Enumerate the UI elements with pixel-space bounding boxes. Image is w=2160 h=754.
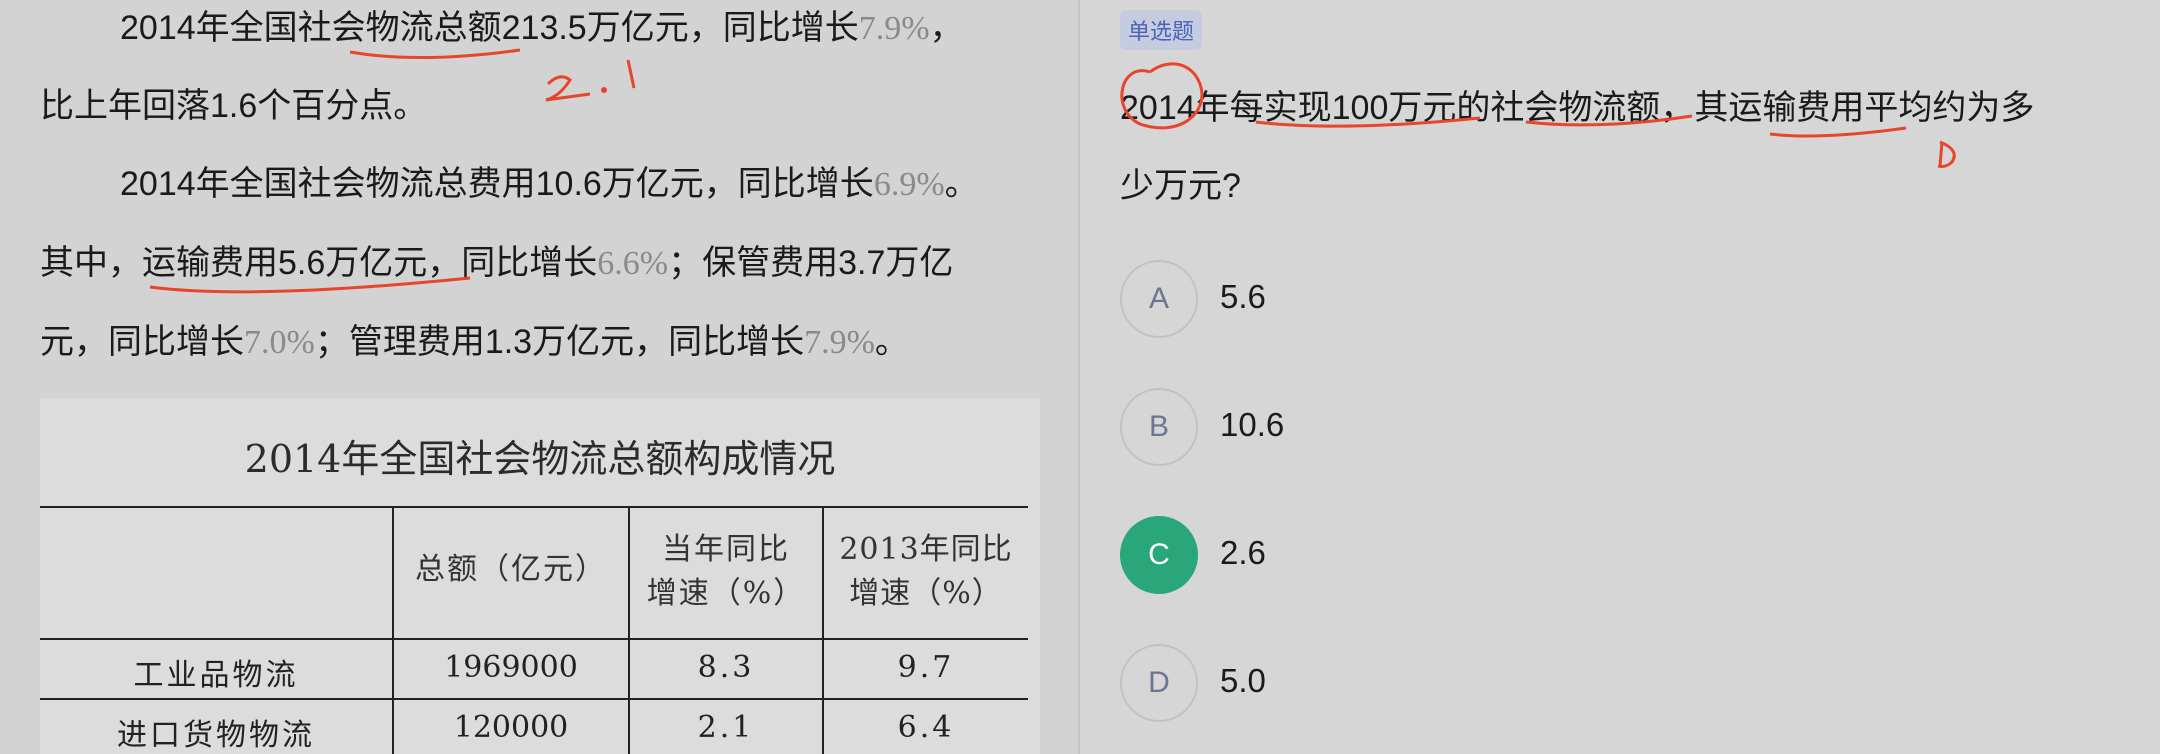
table-cell: 120000 <box>453 710 569 745</box>
passage-text: 。 <box>944 165 979 203</box>
handwritten-2-stroke <box>545 75 591 102</box>
underline-stroke <box>1769 126 1907 138</box>
passage-text: 2014年全国社会物流总额213.5万亿元，同比增长 <box>120 9 859 47</box>
column-header: 2013年同比 增速（%） <box>824 528 1028 616</box>
question-stem-line: 少万元? <box>1120 167 1241 205</box>
percent-value: 7.9% <box>804 324 875 361</box>
column-header-line: 当年同比 <box>662 532 790 567</box>
option-value[interactable]: 10.6 <box>1220 406 1284 444</box>
table-cell: 9.7 <box>897 650 955 685</box>
table-cell: 2.1 <box>697 710 755 745</box>
option-letter[interactable]: B <box>1120 388 1198 466</box>
column-header: 当年同比 增速（%） <box>630 528 822 616</box>
option-value[interactable]: 2.6 <box>1220 534 1266 572</box>
option-value[interactable]: 5.6 <box>1220 278 1266 316</box>
handwritten-d-stroke <box>1937 140 1956 168</box>
table-cell: 工业品物流 <box>133 658 299 693</box>
table-cell: 8.3 <box>697 650 755 685</box>
table-cell: 1969000 <box>444 650 578 685</box>
percent-value: 6.6% <box>597 245 669 282</box>
table-rule <box>40 638 1028 640</box>
passage-text: 比上年回落1.6个百分点。 <box>40 87 428 125</box>
passage-pane[interactable]: 2014年全国社会物流总额213.5万亿元，同比增长7.9%， 比上年回落1.6… <box>0 0 1078 754</box>
passage-text: ；保管费用3.7万亿 <box>668 244 954 282</box>
percent-value: 7.9% <box>858 10 930 47</box>
passage-text: 2014年全国社会物流总费用10.6万亿元，同比增长 <box>120 165 874 203</box>
question-stem-line: 2014年每实现100万元的社会物流额，其运输费用平均约为多 <box>1120 89 2035 127</box>
table-cell: 进口货物物流 <box>117 718 315 753</box>
table-title: 2014年全国社会物流总额构成情况 <box>244 437 836 481</box>
percent-value: 7.0% <box>244 324 315 361</box>
passage-line: 元，同比增长7.0%；管理费用1.3万亿元，同比增长7.9%。 <box>40 322 909 363</box>
option-letter[interactable]: A <box>1120 260 1198 338</box>
passage-line: 2014年全国社会物流总额213.5万亿元，同比增长7.9%， <box>120 8 964 49</box>
passage-text: ；管理费用1.3万亿元，同比增长 <box>314 323 805 361</box>
passage-text: 元，同比增长 <box>40 323 244 361</box>
question-type-badge: 单选题 <box>1120 10 1203 50</box>
column-header: 总额（亿元） <box>415 552 607 587</box>
option-value[interactable]: 5.0 <box>1220 662 1266 700</box>
column-header-line: 增速（%） <box>849 576 1003 611</box>
table-cell: 6.4 <box>897 710 955 745</box>
question-pane: 单选题 2014年每实现100万元的社会物流额，其运输费用平均约为多 少万元? … <box>1080 0 2160 754</box>
data-table: 2014年全国社会物流总额构成情况 总额（亿元） 当年同比 增速（%） 2013… <box>40 398 1040 754</box>
passage-line: 其中，运输费用5.6万亿元，同比增长6.6%；保管费用3.7万亿 <box>40 243 953 284</box>
passage-line: 2014年全国社会物流总费用10.6万亿元，同比增长6.9%。 <box>120 164 979 205</box>
option-letter[interactable]: D <box>1120 644 1198 722</box>
passage-text: ， <box>929 9 964 47</box>
handwritten-1-stroke <box>626 59 636 89</box>
percent-value: 6.9% <box>873 166 945 203</box>
passage-line: 比上年回落1.6个百分点。 <box>40 86 427 126</box>
handwritten-dot <box>601 87 607 93</box>
underline-stroke <box>349 48 521 60</box>
column-header-line: 增速（%） <box>646 576 806 611</box>
table-rule <box>40 506 1028 508</box>
table-rule <box>40 698 1028 700</box>
passage-text: 其中，运输费用5.6万亿元，同比增长 <box>40 244 598 282</box>
column-header-line: 2013年同比 <box>839 532 1013 567</box>
option-letter-selected[interactable]: C <box>1120 516 1198 594</box>
passage-text: 。 <box>874 323 909 361</box>
